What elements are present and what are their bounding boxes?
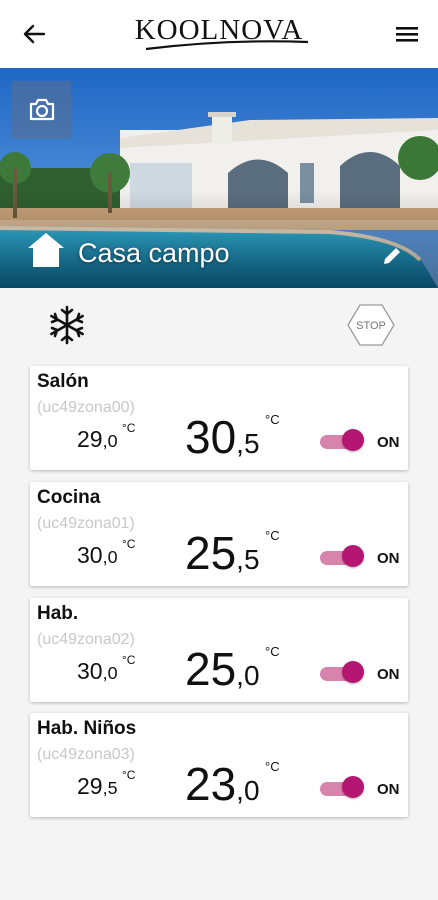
current-temperature: 29,5 — [77, 773, 118, 799]
zone-name: Salón — [37, 371, 89, 392]
location-banner: Casa campo — [0, 68, 438, 288]
setpoint-temperature-unit: °C — [265, 528, 280, 543]
zone-status: ON — [377, 666, 400, 683]
hamburger-menu-icon[interactable] — [394, 22, 420, 46]
zone-power-toggle[interactable] — [320, 661, 364, 683]
zone-id: (uc49zona02) — [37, 631, 135, 648]
zone-status: ON — [377, 434, 400, 451]
pencil-icon[interactable] — [380, 244, 404, 268]
camera-icon — [29, 98, 54, 121]
zone-name: Hab. Niños — [37, 718, 137, 739]
home-icon — [28, 233, 64, 267]
zone-card[interactable]: Hab. (uc49zona02) 30,0 °C 25,0 °C ON — [30, 598, 408, 702]
zone-name: Cocina — [37, 487, 101, 508]
zone-card[interactable]: Cocina (uc49zona01) 30,0 °C 25,5 °C ON — [30, 482, 408, 586]
current-temperature: 29,0 — [77, 426, 118, 452]
setpoint-temperature-unit: °C — [265, 412, 280, 427]
snowflake-icon[interactable] — [46, 304, 88, 346]
location-name: Casa campo — [78, 238, 230, 268]
setpoint-temperature-unit: °C — [265, 644, 280, 659]
zone-power-toggle[interactable] — [320, 776, 364, 798]
zone-power-toggle[interactable] — [320, 429, 364, 451]
current-temperature-unit: °C — [122, 653, 136, 667]
camera-button[interactable] — [12, 81, 71, 139]
setpoint-temperature[interactable]: 25,5 — [185, 526, 260, 580]
stop-label: STOP — [356, 320, 386, 332]
zone-id: (uc49zona00) — [37, 399, 135, 416]
zone-status: ON — [377, 550, 400, 567]
app-bar: KOOLNOVA — [0, 0, 438, 68]
current-temperature-unit: °C — [122, 537, 136, 551]
zone-status: ON — [377, 781, 400, 798]
stop-button[interactable]: STOP — [346, 303, 396, 347]
brand-swoosh — [145, 40, 309, 51]
current-temperature: 30,0 — [77, 542, 118, 568]
zone-card[interactable]: Hab. Niños (uc49zona03) 29,5 °C 23,0 °C … — [30, 713, 408, 817]
setpoint-temperature[interactable]: 23,0 — [185, 757, 260, 811]
zone-power-toggle[interactable] — [320, 545, 364, 567]
zone-name: Hab. — [37, 603, 79, 624]
current-temperature: 30,0 — [77, 658, 118, 684]
setpoint-temperature-unit: °C — [265, 759, 280, 774]
zone-id: (uc49zona01) — [37, 515, 135, 532]
setpoint-temperature[interactable]: 25,0 — [185, 642, 260, 696]
setpoint-temperature[interactable]: 30,5 — [185, 410, 260, 464]
current-temperature-unit: °C — [122, 421, 136, 435]
zone-card[interactable]: Salón (uc49zona00) 29,0 °C 30,5 °C ON — [30, 366, 408, 470]
zone-id: (uc49zona03) — [37, 746, 135, 763]
current-temperature-unit: °C — [122, 768, 136, 782]
